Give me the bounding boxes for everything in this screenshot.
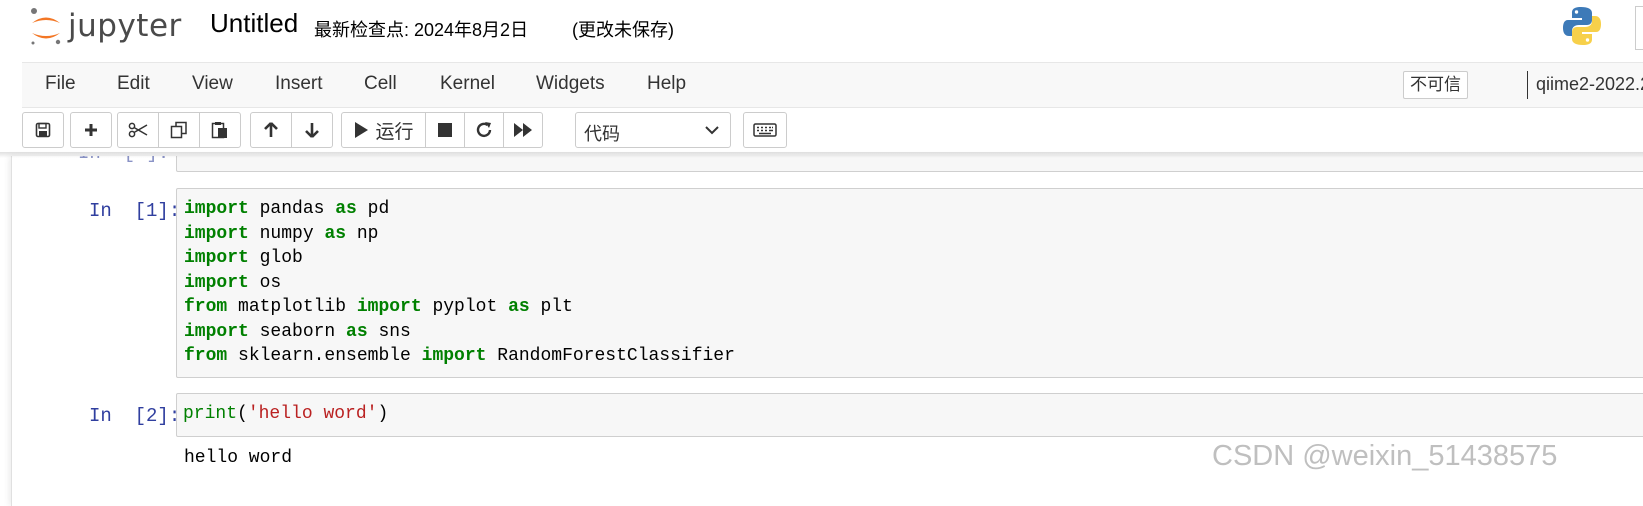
trusted-indicator[interactable]: 不可信 (1403, 71, 1468, 99)
menu-widgets[interactable]: Widgets (536, 73, 605, 95)
menu-file[interactable]: File (45, 73, 76, 95)
menu-insert[interactable]: Insert (275, 73, 323, 95)
play-icon (355, 122, 369, 138)
code-keyword: from (184, 346, 228, 366)
cut-icon (128, 122, 148, 138)
restart-icon (476, 122, 492, 138)
run-button[interactable]: 运行 (341, 112, 426, 148)
login-button-edge[interactable] (1635, 6, 1643, 50)
run-label: 运行 (375, 121, 414, 143)
keyboard-icon (753, 123, 777, 137)
cell-prompt: In [1]: (89, 200, 181, 222)
header-shadow (0, 152, 1643, 158)
save-button[interactable] (22, 112, 64, 148)
code-keyword: import (184, 248, 249, 268)
code-keyword: as (324, 224, 347, 244)
checkpoint-status: 最新检查点: 2024年8月2日 (314, 20, 529, 40)
code-keyword: as (335, 199, 357, 219)
toolbar: 运行 代码 (22, 112, 1642, 152)
watermark: CSDN @weixin_51438575 (1212, 440, 1558, 472)
code-keyword: as (346, 322, 368, 342)
menu-kernel[interactable]: Kernel (440, 73, 495, 95)
fast-forward-icon (514, 123, 532, 137)
save-icon (35, 122, 51, 138)
kernel-divider (1527, 71, 1528, 99)
chevron-down-icon (705, 126, 719, 135)
header: jupyter Untitled 最新检查点: 2024年8月2日 (更改未保存… (0, 0, 1643, 62)
copy-icon (170, 121, 187, 139)
code-string: 'hello word' (247, 404, 378, 424)
code-keyword: import (356, 297, 422, 317)
code-keyword: import (421, 346, 487, 366)
code-keyword: import (184, 273, 249, 293)
python-logo-icon (1560, 4, 1604, 48)
paste-button[interactable] (199, 112, 241, 148)
stop-icon (438, 123, 452, 137)
code-cell-input[interactable]: import pandas as pd import numpy as np i… (176, 188, 1643, 378)
insert-cell-button[interactable] (70, 112, 112, 148)
restart-run-all-button[interactable] (503, 112, 543, 148)
jupyter-logo-text: jupyter (68, 8, 182, 44)
menu-cell[interactable]: Cell (364, 73, 397, 95)
jupyter-logo-icon (28, 6, 64, 46)
code-line: from matplotlib import pyplot as plt (184, 297, 573, 317)
cell-output: hello word (184, 448, 293, 468)
code-keyword: import (184, 322, 249, 342)
code-line: print('hello word') (183, 404, 389, 424)
arrow-down-icon (305, 123, 319, 138)
restart-button[interactable] (464, 112, 504, 148)
jupyter-logo[interactable]: jupyter (28, 4, 182, 48)
menubar: File Edit View Insert Cell Kernel Widget… (22, 62, 1643, 108)
plus-icon (85, 124, 97, 136)
paste-icon (211, 122, 227, 139)
interrupt-button[interactable] (425, 112, 465, 148)
menu-help[interactable]: Help (647, 73, 686, 95)
code-builtin: print (183, 404, 238, 424)
code-keyword: as (508, 297, 530, 317)
code-keyword: from (184, 297, 228, 317)
code-line: import numpy as np (184, 224, 379, 244)
cell-prompt: In [2]: (89, 405, 181, 427)
command-palette-button[interactable] (743, 112, 787, 148)
menu-edit[interactable]: Edit (117, 73, 150, 95)
code-line: import glob (184, 248, 303, 268)
kernel-name[interactable]: qiime2-2022.2- (1536, 74, 1643, 95)
code-line: import pandas as pd (184, 199, 390, 219)
code-keyword: import (184, 199, 249, 219)
copy-button[interactable] (158, 112, 200, 148)
cell-type-select[interactable]: 代码 (575, 112, 731, 148)
code-line: import os (184, 273, 282, 293)
menu-view[interactable]: View (192, 73, 233, 95)
arrow-up-icon (264, 122, 278, 137)
code-cell-partial[interactable] (176, 156, 1643, 172)
autosave-status: (更改未保存) (572, 20, 674, 40)
cell-type-value: 代码 (584, 124, 620, 144)
move-up-button[interactable] (250, 112, 292, 148)
code-cell-input[interactable]: print('hello word') (176, 393, 1643, 437)
cut-button[interactable] (117, 112, 159, 148)
move-down-button[interactable] (291, 112, 333, 148)
code-line: import seaborn as sns (184, 322, 411, 342)
code-line: from sklearn.ensemble import RandomFores… (184, 346, 735, 366)
notebook-name[interactable]: Untitled (210, 8, 298, 39)
code-keyword: import (184, 224, 249, 244)
